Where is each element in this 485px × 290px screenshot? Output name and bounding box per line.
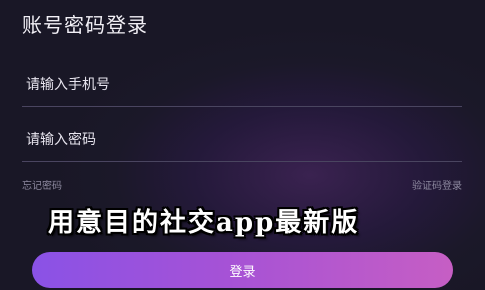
code-login-link[interactable]: 验证码登录: [412, 177, 462, 192]
watermark-caption: 用意目的社交app最新版: [48, 208, 360, 238]
phone-input[interactable]: [26, 70, 446, 100]
page-title: 账号密码登录: [22, 13, 148, 37]
phone-field[interactable]: [22, 66, 462, 107]
password-input[interactable]: [26, 125, 446, 155]
login-button[interactable]: 登录: [32, 252, 453, 288]
password-field[interactable]: [22, 121, 462, 162]
forgot-password-link[interactable]: 忘记密码: [22, 177, 62, 192]
